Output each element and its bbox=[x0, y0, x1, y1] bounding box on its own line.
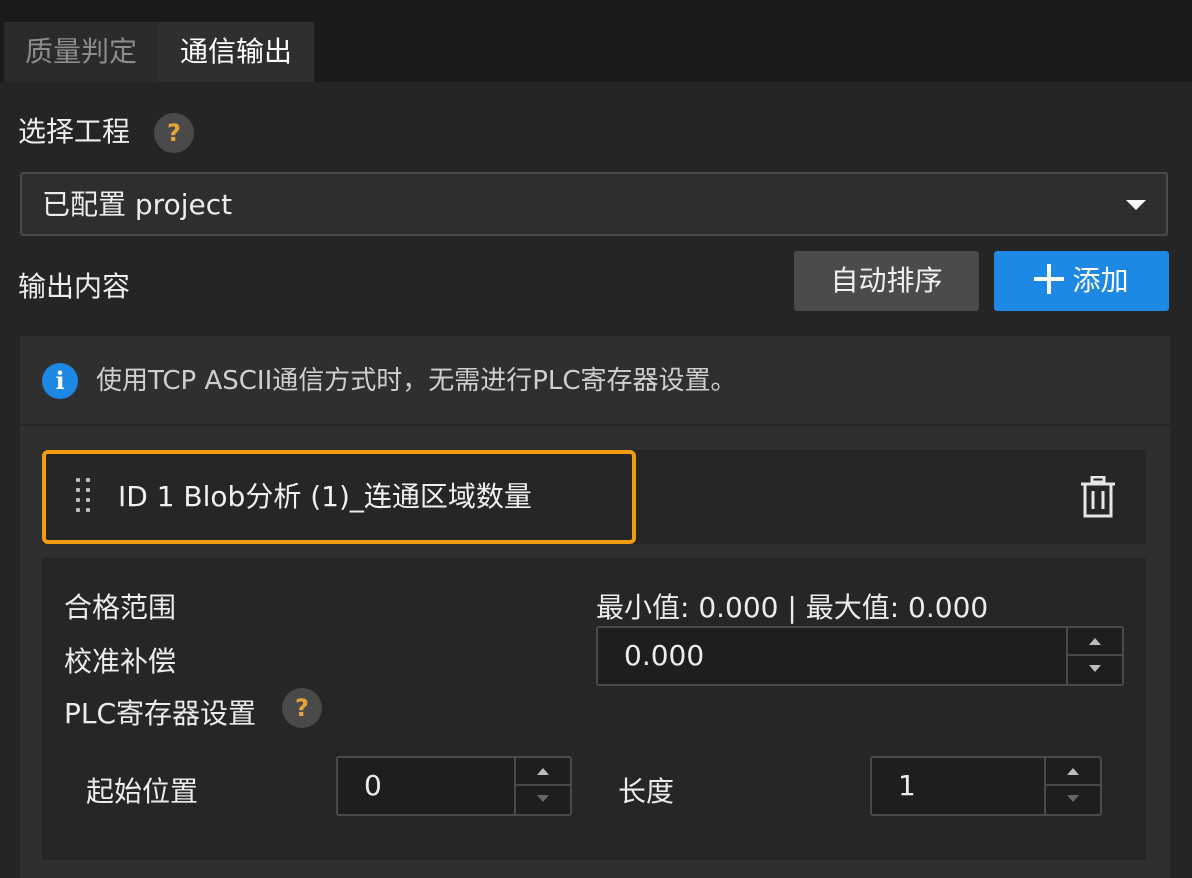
calibration-stepper bbox=[1066, 628, 1122, 684]
output-item-title: ID 1 Blob分析 (1)_连通区域数量 bbox=[118, 480, 532, 513]
info-banner: i 使用TCP ASCII通信方式时，无需进行PLC寄存器设置。 bbox=[20, 336, 1170, 426]
length-value: 1 bbox=[898, 769, 916, 802]
drag-handle-icon[interactable] bbox=[74, 478, 94, 514]
range-label: 合格范围 bbox=[64, 591, 177, 624]
chevron-down-icon bbox=[1089, 665, 1101, 672]
question-icon[interactable]: ? bbox=[154, 113, 194, 153]
chevron-up-icon bbox=[1089, 638, 1101, 645]
info-icon: i bbox=[42, 363, 78, 399]
length-stepper bbox=[1044, 758, 1100, 814]
calibration-label: 校准补偿 bbox=[64, 645, 177, 678]
tab-bar: 质量判定 通信输出 bbox=[0, 0, 1192, 82]
tab-communication-output[interactable]: 通信输出 bbox=[158, 22, 314, 82]
plc-settings-label: PLC寄存器设置 bbox=[64, 697, 257, 730]
auto-sort-button[interactable]: 自动排序 bbox=[794, 251, 979, 311]
info-text: 使用TCP ASCII通信方式时，无需进行PLC寄存器设置。 bbox=[96, 366, 737, 396]
project-select[interactable]: 已配置 project bbox=[20, 172, 1168, 236]
start-position-label: 起始位置 bbox=[86, 775, 199, 808]
output-panel: i 使用TCP ASCII通信方式时，无需进行PLC寄存器设置。 ID 1 Bl… bbox=[20, 336, 1170, 878]
start-position-input[interactable]: 0 bbox=[336, 756, 572, 816]
decrement-button[interactable] bbox=[1046, 786, 1100, 814]
increment-button[interactable] bbox=[1046, 758, 1100, 786]
range-value: 最小值: 0.000 | 最大值: 0.000 bbox=[596, 591, 989, 624]
increment-button[interactable] bbox=[516, 758, 570, 786]
chevron-down-icon bbox=[537, 795, 549, 802]
chevron-up-icon bbox=[537, 768, 549, 775]
decrement-button[interactable] bbox=[1068, 656, 1122, 684]
chevron-down-icon bbox=[1067, 795, 1079, 802]
caret-down-icon bbox=[1126, 200, 1146, 210]
increment-button[interactable] bbox=[1068, 628, 1122, 656]
question-icon[interactable]: ? bbox=[282, 688, 322, 728]
calibration-value: 0.000 bbox=[624, 639, 705, 672]
select-project-label: 选择工程 bbox=[18, 115, 131, 148]
start-position-stepper bbox=[514, 758, 570, 814]
add-button[interactable]: 添加 bbox=[994, 251, 1169, 311]
output-item-body: 合格范围 最小值: 0.000 | 最大值: 0.000 校准补偿 0.000 … bbox=[42, 558, 1146, 860]
project-select-value: 已配置 project bbox=[42, 188, 233, 221]
output-item-header[interactable]: ID 1 Blob分析 (1)_连通区域数量 bbox=[42, 450, 1146, 544]
plus-icon bbox=[1034, 264, 1065, 294]
decrement-button[interactable] bbox=[516, 786, 570, 814]
length-label: 长度 bbox=[618, 775, 675, 808]
add-button-label: 添加 bbox=[1072, 264, 1129, 297]
output-content-label: 输出内容 bbox=[18, 270, 131, 303]
calibration-input[interactable]: 0.000 bbox=[596, 626, 1124, 686]
start-position-value: 0 bbox=[364, 769, 382, 802]
length-input[interactable]: 1 bbox=[870, 756, 1102, 816]
chevron-up-icon bbox=[1067, 768, 1079, 775]
trash-icon[interactable] bbox=[1080, 476, 1116, 518]
tab-quality-judgment[interactable]: 质量判定 bbox=[4, 22, 158, 82]
